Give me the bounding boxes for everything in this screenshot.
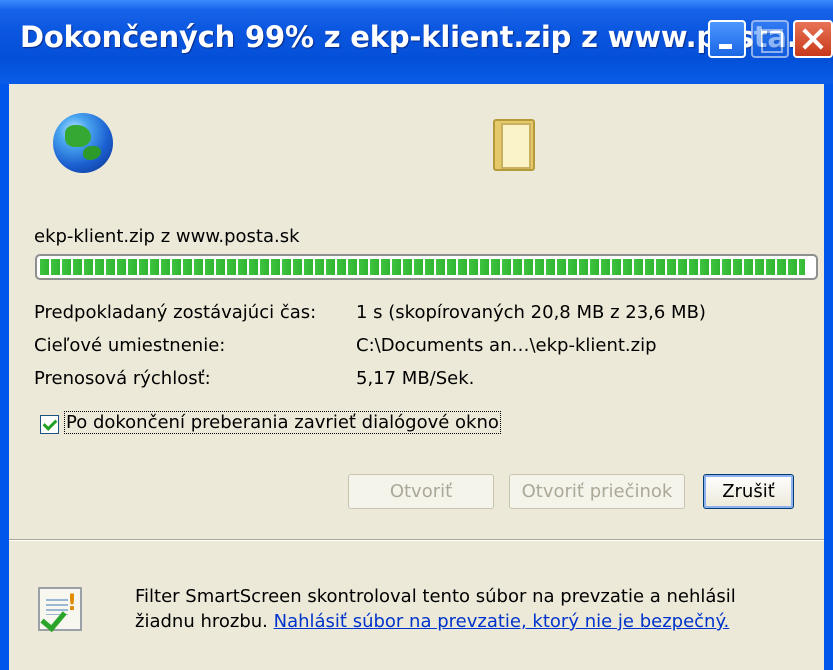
open-folder-button: Otvoriť priečinok [509, 474, 685, 509]
close-button[interactable] [793, 20, 833, 58]
download-file-source: ekp-klient.zip z www.posta.sk [34, 226, 300, 247]
remaining-time-value: 1 s (skopírovaných 20,8 MB z 23,6 MB) [356, 302, 706, 323]
download-progress-bar [35, 254, 818, 280]
destination-value: C:\Documents an…\ekp-klient.zip [356, 335, 657, 356]
title-bar[interactable]: Dokončených 99% z ekp-klient.zip z www.p… [0, 0, 833, 84]
smartscreen-message-line2: žiadnu hrozbu. Nahlásiť súbor na prevzat… [135, 611, 729, 632]
destination-label: Cieľové umiestnenie: [34, 335, 226, 356]
remaining-time-label: Predpokladaný zostávajúci čas: [34, 302, 317, 323]
dialog-body: ekp-klient.zip z www.posta.sk Predpoklad… [9, 84, 824, 670]
transfer-rate-label: Prenosová rýchlosť: [34, 368, 211, 389]
open-button: Otvoriť [348, 474, 494, 509]
smartscreen-shield-icon: ! [38, 587, 82, 633]
progress-fill [40, 259, 805, 275]
globe-icon [53, 113, 113, 173]
transfer-rate-value: 5,17 MB/Sek. [356, 368, 475, 389]
cancel-button[interactable]: Zrušiť [703, 474, 794, 509]
minimize-button[interactable] [708, 20, 746, 58]
smartscreen-message-line1: Filter SmartScreen skontroloval tento sú… [135, 586, 736, 607]
download-dialog: Dokončených 99% z ekp-klient.zip z www.p… [0, 0, 833, 670]
close-on-complete-checkbox[interactable] [40, 415, 59, 434]
maximize-button [751, 20, 789, 58]
report-unsafe-download-link[interactable]: Nahlásiť súbor na prevzatie, ktorý nie j… [274, 611, 730, 632]
folder-icon [493, 119, 535, 171]
smartscreen-status-text: žiadnu hrozbu. [135, 611, 268, 632]
close-on-complete-label[interactable]: Po dokončení preberania zavrieť dialógov… [64, 411, 501, 434]
